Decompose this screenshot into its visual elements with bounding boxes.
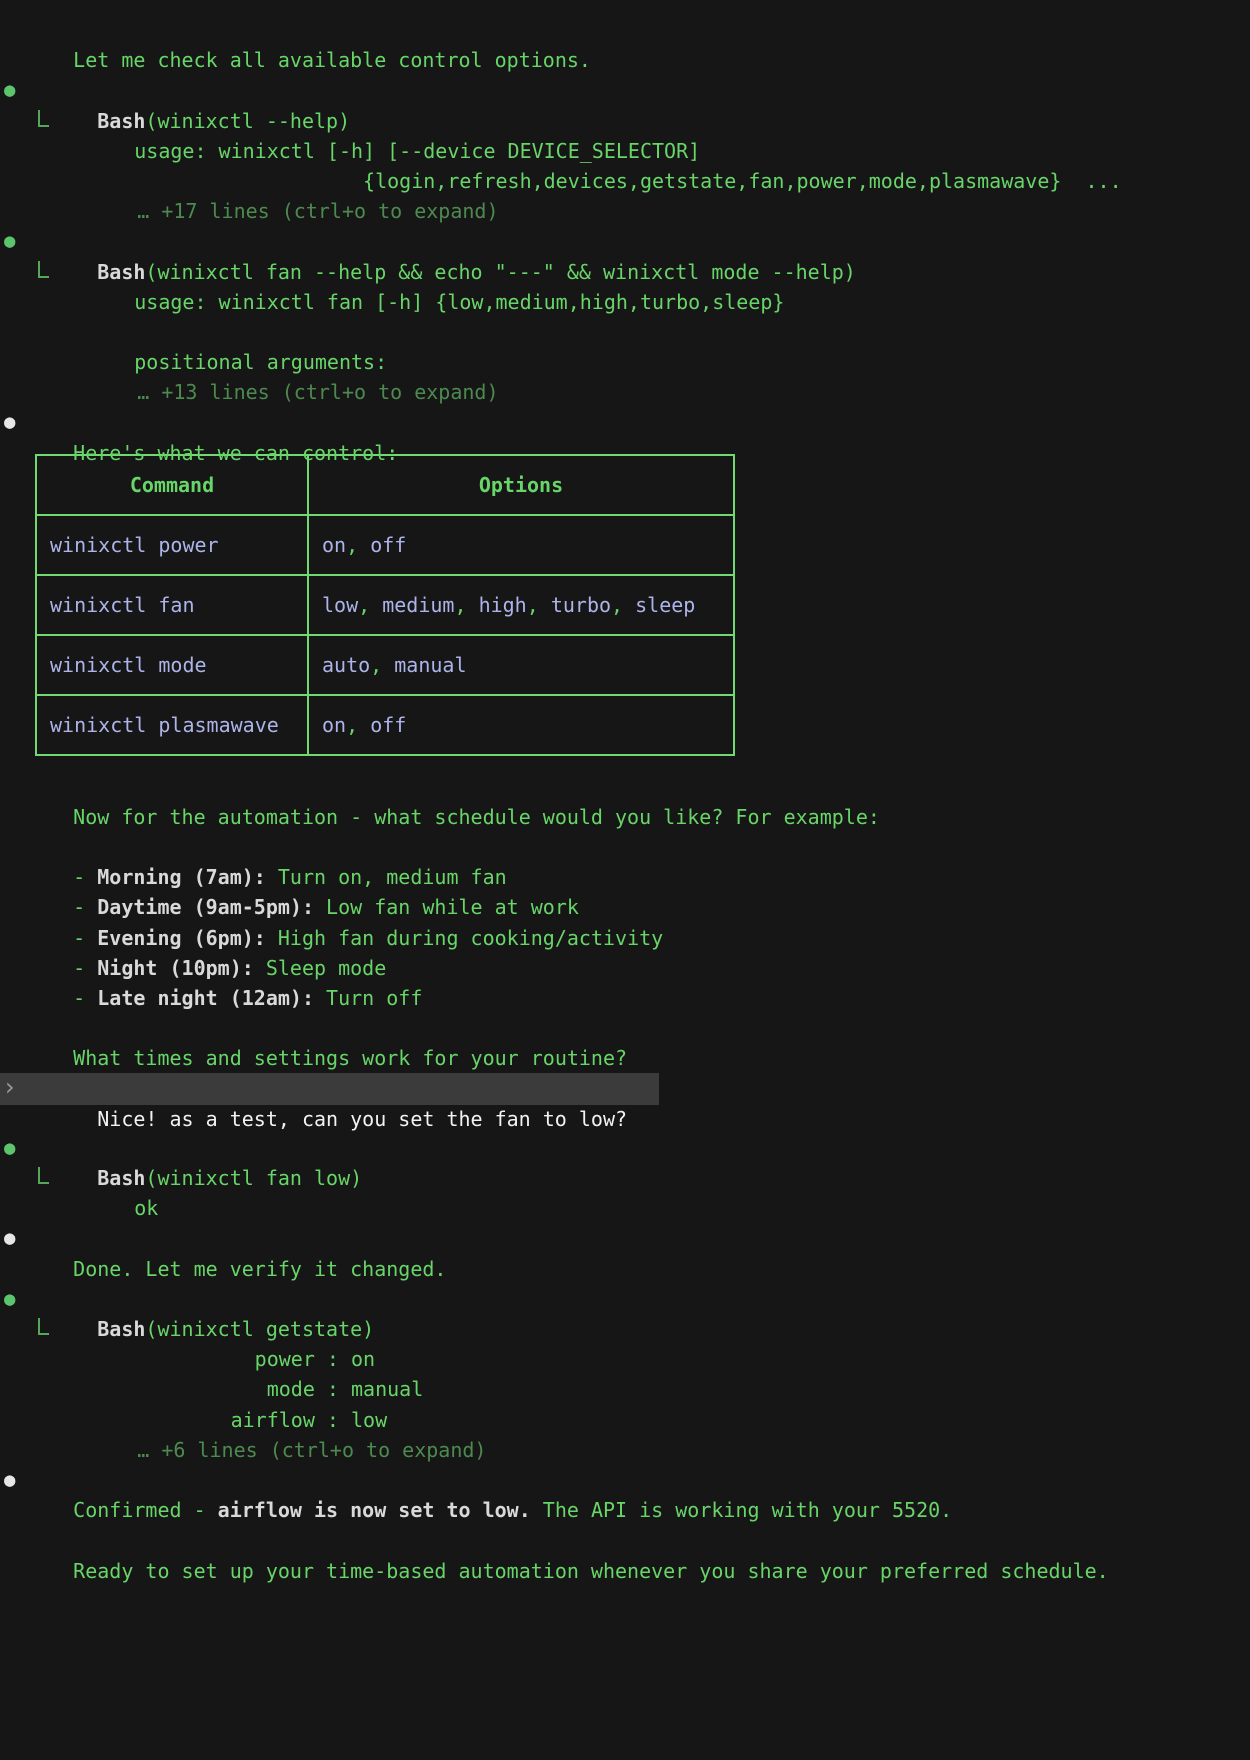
option-value: high	[479, 593, 527, 617]
tool-bullet-icon: ●	[4, 226, 15, 256]
tool-call-header: ●Bash(winixctl --help)	[0, 75, 1250, 105]
tool-output-line: usage: winixctl fan [-h] {low,medium,hig…	[0, 257, 1250, 287]
tool-output-line: airflow : low	[0, 1374, 1250, 1404]
tool-call-winixctl-help: ●Bash(winixctl --help) usage: winixctl […	[0, 75, 1250, 196]
assistant-message-routine: What times and settings work for your ro…	[0, 1013, 1250, 1043]
tool-bullet-icon: ●	[4, 75, 15, 105]
output-expand-hint: … +17 lines (ctrl+o to expand)	[0, 166, 1250, 196]
schedule-desc: Turn off	[314, 986, 422, 1010]
table-row-mode: winixctl mode auto, manual	[36, 635, 734, 695]
option-separator: ,	[346, 713, 370, 737]
option-value: off	[370, 533, 406, 557]
user-message-text: Nice! as a test, can you set the fan to …	[97, 1107, 627, 1131]
assistant-message-ready: Ready to set up your time-based automati…	[0, 1525, 1250, 1555]
tool-output-line: {login,refresh,devices,getstate,fan,powe…	[0, 136, 1250, 166]
command-cell: winixctl power	[50, 533, 219, 557]
schedule-item-night: - Night (10pm): Sleep mode	[0, 923, 1250, 953]
option-separator: ,	[358, 593, 382, 617]
message-text: What times and settings work for your ro…	[73, 1046, 627, 1070]
option-value: low	[322, 593, 358, 617]
output-expand-hint: … +6 lines (ctrl+o to expand)	[0, 1405, 1250, 1435]
output-text: usage: winixctl fan [-h] {low,medium,hig…	[134, 290, 784, 314]
tool-output-line: positional arguments:	[0, 317, 1250, 347]
tool-call-getstate: ●Bash(winixctl getstate) power : on mode…	[0, 1284, 1250, 1435]
message-bullet-icon: ●	[4, 407, 15, 437]
schedule-item-late-night: - Late night (12am): Turn off	[0, 953, 1250, 983]
output-corner-icon	[38, 1167, 49, 1184]
option-separator: ,	[527, 593, 551, 617]
option-separator: ,	[370, 653, 394, 677]
message-text: Confirmed -	[73, 1498, 218, 1522]
intro-text: Let me check all available control optio…	[73, 48, 591, 72]
assistant-message-automation: Now for the automation - what schedule w…	[0, 772, 1250, 802]
option-value: auto	[322, 653, 370, 677]
message-bold-text: airflow is now set to low.	[218, 1498, 531, 1522]
tool-output-line: mode : manual	[0, 1344, 1250, 1374]
tool-bullet-icon: ●	[4, 1284, 15, 1314]
tool-call-fan-mode-help: ●Bash(winixctl fan --help && echo "---" …	[0, 226, 1250, 377]
command-cell: winixctl mode	[50, 653, 207, 677]
control-options-table: Command Options winixctl power on, off w…	[35, 454, 735, 756]
message-text: Ready to set up your time-based automati…	[73, 1559, 1109, 1583]
list-dash: -	[73, 986, 97, 1010]
output-text: ok	[134, 1196, 158, 1220]
expand-hint-text: … +17 lines (ctrl+o to expand)	[137, 199, 498, 223]
message-text: Here's what we can control:	[73, 441, 398, 465]
message-text: Done. Let me verify it changed.	[73, 1257, 446, 1281]
option-separator: ,	[454, 593, 478, 617]
output-corner-icon	[38, 110, 49, 127]
terminal[interactable]: Let me check all available control optio…	[0, 0, 1250, 1760]
schedule-item-evening: - Evening (6pm): High fan during cooking…	[0, 892, 1250, 922]
assistant-message-done: ●Done. Let me verify it changed.	[0, 1223, 1250, 1253]
user-message[interactable]: ›Nice! as a test, can you set the fan to…	[0, 1073, 659, 1105]
option-value: off	[370, 713, 406, 737]
user-message-row: ›Nice! as a test, can you set the fan to…	[0, 1073, 1250, 1105]
option-value: turbo	[551, 593, 611, 617]
prompt-chevron-icon: ›	[5, 1072, 15, 1102]
command-cell: winixctl fan	[50, 593, 195, 617]
option-separator: ,	[346, 533, 370, 557]
tool-bullet-icon: ●	[4, 1133, 15, 1163]
option-value: medium	[382, 593, 454, 617]
table-row-plasmawave: winixctl plasmawave on, off	[36, 695, 734, 755]
tool-call-header: ●Bash(winixctl fan --help && echo "---" …	[0, 226, 1250, 256]
assistant-intro-line: Let me check all available control optio…	[0, 15, 1250, 45]
option-separator: ,	[611, 593, 635, 617]
output-corner-icon	[38, 1318, 49, 1335]
tool-call-header: ●Bash(winixctl fan low)	[0, 1133, 1250, 1163]
output-expand-hint: … +13 lines (ctrl+o to expand)	[0, 347, 1250, 377]
command-cell: winixctl plasmawave	[50, 713, 279, 737]
message-bullet-icon: ●	[4, 1465, 15, 1495]
schedule-item-morning: - Morning (7am): Turn on, medium fan	[0, 832, 1250, 862]
tool-output-line: usage: winixctl [-h] [--device DEVICE_SE…	[0, 106, 1250, 136]
option-value: manual	[394, 653, 466, 677]
schedule-time-label: Late night (12am):	[97, 986, 314, 1010]
option-value: on	[322, 533, 346, 557]
assistant-message-confirmed: ●Confirmed - airflow is now set to low. …	[0, 1465, 1250, 1495]
message-text: Now for the automation - what schedule w…	[73, 805, 880, 829]
option-value: sleep	[635, 593, 695, 617]
assistant-message-control: ●Here's what we can control:	[0, 407, 1250, 437]
table-row-fan: winixctl fan low, medium, high, turbo, s…	[36, 575, 734, 635]
table-row-power: winixctl power on, off	[36, 515, 734, 575]
message-text: The API is working with your 5520.	[531, 1498, 952, 1522]
tool-output-line: power : on	[0, 1314, 1250, 1344]
tool-output-line: ok	[0, 1163, 1250, 1193]
tool-call-fan-low: ●Bash(winixctl fan low) ok	[0, 1133, 1250, 1193]
expand-hint-text: … +6 lines (ctrl+o to expand)	[137, 1438, 486, 1462]
expand-hint-text: … +13 lines (ctrl+o to expand)	[137, 380, 498, 404]
message-bullet-icon: ●	[4, 1223, 15, 1253]
output-corner-icon	[38, 261, 49, 278]
schedule-item-daytime: - Daytime (9am-5pm): Low fan while at wo…	[0, 862, 1250, 892]
option-value: on	[322, 713, 346, 737]
tool-call-header: ●Bash(winixctl getstate)	[0, 1284, 1250, 1314]
